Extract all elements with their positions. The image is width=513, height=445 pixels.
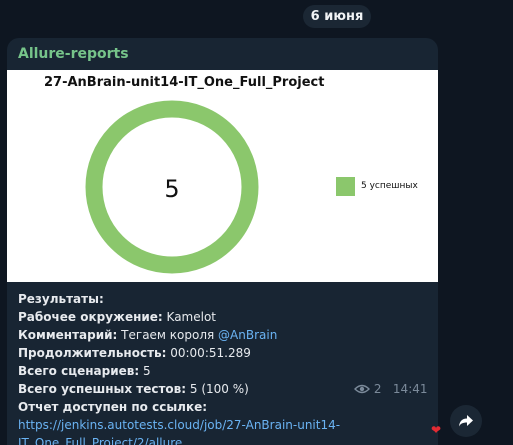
scenarios-line: Всего сценариев: 5 [18, 362, 433, 380]
share-icon [459, 415, 473, 427]
report-line: Отчет доступен по ссылке: https://jenkin… [18, 398, 433, 445]
sender-name[interactable]: Allure-reports [18, 46, 129, 62]
heart-icon[interactable]: ❤ [431, 424, 441, 436]
duration-line: Продолжительность: 00:00:51.289 [18, 344, 433, 362]
report-label: Отчет доступен по ссылке: [18, 400, 208, 414]
views-count: 2 [373, 382, 382, 396]
legend-swatch [336, 177, 355, 196]
passed-label: Всего успешных тестов: [18, 382, 187, 396]
duration-value: 00:00:51.289 [166, 346, 251, 360]
duration-label: Продолжительность: [18, 346, 167, 360]
comment-value: Тегаем короля [117, 328, 219, 342]
passed-value: 5 (100 %) [186, 382, 249, 396]
date-separator: 6 июня [303, 5, 371, 28]
comment-line: Комментарий: Тегаем короля @AnBrain [18, 326, 433, 344]
donut-center-label: 5 [164, 175, 179, 203]
mention-link[interactable]: @AnBrain [218, 328, 277, 342]
env-value: Kamelot [162, 310, 217, 324]
report-link[interactable]: https://jenkins.autotests.cloud/job/27-A… [18, 418, 340, 445]
env-label: Рабочее окружение: [18, 310, 163, 324]
comment-label: Комментарий: [18, 328, 118, 342]
scenarios-value: 5 [139, 364, 151, 378]
legend-label: 5 успешных [361, 181, 418, 191]
message-text: Результаты: Рабочее окружение: Kamelot К… [18, 290, 433, 445]
scenarios-label: Всего сценариев: [18, 364, 140, 378]
report-chart-image[interactable]: 27-AnBrain-unit14-IT_One_Full_Project 5 … [7, 70, 438, 282]
eye-icon [354, 384, 370, 394]
env-line: Рабочее окружение: Kamelot [18, 308, 433, 326]
message-time: 14:41 [392, 382, 428, 396]
message-meta: 2 14:41 [354, 382, 428, 396]
share-button[interactable] [450, 405, 482, 437]
results-heading: Результаты: [18, 292, 104, 306]
donut-chart: 5 [85, 100, 259, 274]
